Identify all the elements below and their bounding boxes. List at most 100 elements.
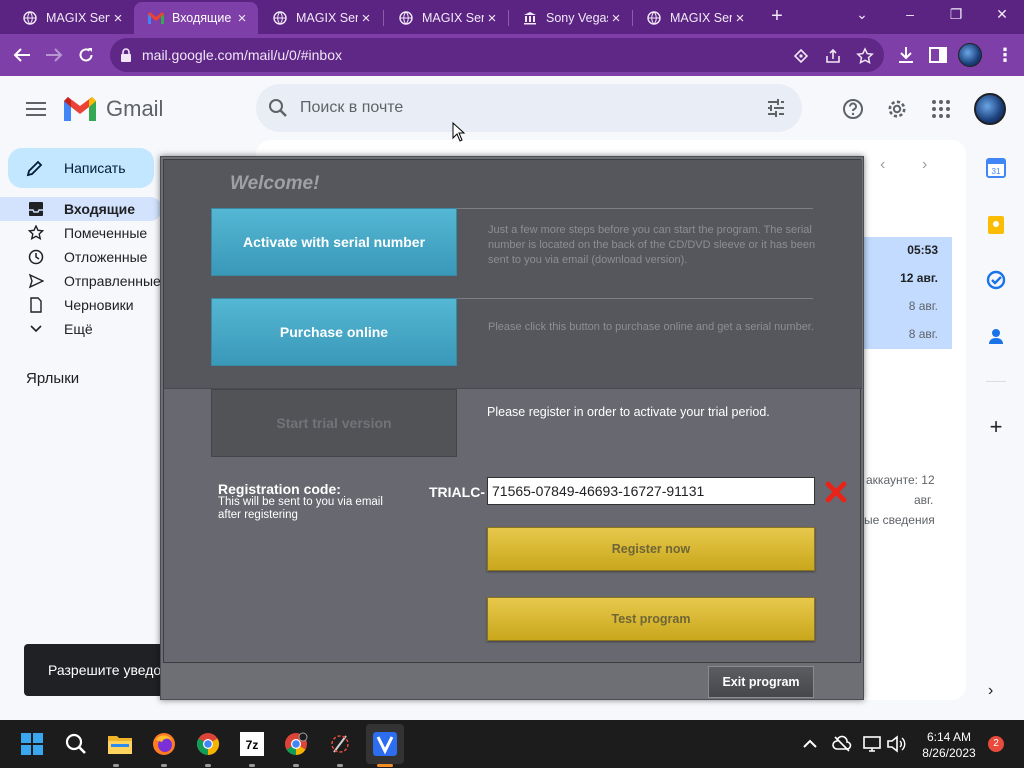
sidebar-item-label: Отправленные <box>64 273 161 289</box>
exit-program-button[interactable]: Exit program <box>708 666 814 698</box>
reload-button[interactable] <box>74 43 98 67</box>
lock-icon[interactable] <box>120 48 132 62</box>
purchase-online-button[interactable]: Purchase online <box>211 298 457 366</box>
cast-icon[interactable] <box>792 47 810 65</box>
clock-icon <box>28 249 44 265</box>
side-panel-icon[interactable] <box>928 45 948 65</box>
minimize-button[interactable]: – <box>900 6 920 22</box>
globe-icon <box>272 10 288 26</box>
gmail-logo-icon[interactable] <box>64 97 96 121</box>
windows-start-icon[interactable] <box>20 732 44 756</box>
tab-title: MAGIX Serv <box>46 11 110 25</box>
restore-button[interactable]: ❐ <box>946 6 966 23</box>
tab-inbox[interactable]: Входящие × <box>134 2 258 34</box>
storage-note[interactable]: ые сведения <box>864 513 935 527</box>
mail-row-time[interactable]: 12 авг. <box>860 265 952 293</box>
sidebar-item-inbox[interactable]: Входящие <box>0 197 162 221</box>
hamburger-menu-icon[interactable] <box>26 101 46 117</box>
url-text[interactable]: mail.google.com/mail/u/0/#inbox <box>142 47 342 63</box>
mail-row-time[interactable]: 05:53 <box>860 237 952 265</box>
activate-serial-button[interactable]: Activate with serial number <box>211 208 457 276</box>
mail-row-time[interactable]: 8 авг. <box>860 321 952 349</box>
gear-icon[interactable] <box>886 98 908 120</box>
network-icon[interactable] <box>862 734 882 754</box>
forward-button[interactable] <box>42 43 66 67</box>
close-window-button[interactable]: ✕ <box>992 6 1012 23</box>
close-tab-icon[interactable]: × <box>732 10 748 27</box>
cloud-offline-icon[interactable] <box>832 734 852 754</box>
chevron-up-icon[interactable] <box>800 734 820 754</box>
tab-title: MAGIX Serv <box>422 11 484 25</box>
mail-row-time[interactable]: 8 авг. <box>860 293 952 321</box>
mail-search-bar[interactable]: Поиск в почте <box>256 84 802 132</box>
tab-magix-2[interactable]: MAGIX Serv × <box>258 2 382 34</box>
close-tab-icon[interactable]: × <box>484 10 500 27</box>
account-avatar[interactable] <box>974 93 1006 125</box>
app-icon[interactable] <box>328 732 352 756</box>
registration-code-field[interactable]: 71565-07849-46693-16727-91131 <box>487 477 815 505</box>
sidebar-item-snoozed[interactable]: Отложенные <box>0 245 162 269</box>
tab-magix-1[interactable]: MAGIX Serv × <box>8 2 134 34</box>
start-trial-button[interactable]: Start trial version <box>211 389 457 457</box>
sidebar-item-more[interactable]: Ещё <box>0 317 162 341</box>
register-now-button[interactable]: Register now <box>487 527 815 571</box>
sidebar-item-label: Входящие <box>64 201 135 217</box>
pencil-icon <box>26 160 43 177</box>
close-tab-icon[interactable]: × <box>110 10 126 27</box>
contacts-icon[interactable] <box>986 326 1006 346</box>
tasks-icon[interactable] <box>986 270 1006 290</box>
download-icon[interactable] <box>896 45 916 65</box>
notification-badge[interactable]: 2 <box>988 736 1004 752</box>
tab-magix-4[interactable]: MAGIX Serv × <box>632 2 756 34</box>
running-indicator <box>205 764 211 767</box>
chrome-icon[interactable] <box>196 732 220 756</box>
search-placeholder[interactable]: Поиск в почте <box>300 99 403 117</box>
tab-sony-vegas[interactable]: Sony Vegas × <box>508 2 632 34</box>
close-tab-icon[interactable]: × <box>234 10 250 27</box>
menu-kebab-icon[interactable]: ⋮ <box>996 43 1014 67</box>
test-program-button[interactable]: Test program <box>487 597 815 641</box>
search-options-icon[interactable] <box>766 98 786 118</box>
7zip-icon[interactable]: 7z <box>240 732 264 756</box>
sidebar-item-starred[interactable]: Помеченные <box>0 221 162 245</box>
share-icon[interactable] <box>824 47 842 65</box>
volume-icon[interactable] <box>886 734 906 754</box>
svg-text:31: 31 <box>992 167 1001 176</box>
compose-label: Написать <box>64 160 126 176</box>
tab-search-icon[interactable]: ⌄ <box>852 6 872 23</box>
close-tab-icon[interactable]: × <box>608 10 624 27</box>
sidebar-item-sent[interactable]: Отправленные <box>0 269 162 293</box>
apps-grid-icon[interactable] <box>930 98 952 120</box>
system-clock[interactable]: 6:14 AM 8/26/2023 <box>918 729 980 761</box>
clear-code-icon[interactable] <box>825 481 847 503</box>
add-addon-icon[interactable]: + <box>986 414 1006 440</box>
file-explorer-icon[interactable] <box>108 732 132 756</box>
back-button[interactable] <box>10 43 34 67</box>
chevron-right-icon[interactable]: › <box>922 156 927 174</box>
register-message: Please register in order to activate you… <box>487 405 770 419</box>
star-bookmark-icon[interactable] <box>856 47 874 65</box>
search-icon[interactable] <box>64 732 88 756</box>
close-tab-icon[interactable]: × <box>358 10 374 27</box>
labels-heading: Ярлыки <box>26 370 80 387</box>
chevron-down-icon <box>30 325 42 333</box>
firefox-icon[interactable] <box>152 732 176 756</box>
dialog-upper-section: Welcome! Activate with serial number Jus… <box>164 160 862 388</box>
search-icon[interactable] <box>268 98 288 118</box>
compose-button[interactable]: Написать <box>8 148 154 188</box>
chrome-icon[interactable] <box>284 732 308 756</box>
address-bar[interactable]: mail.google.com/mail/u/0/#inbox <box>110 38 884 72</box>
globe-icon <box>22 10 38 26</box>
tab-magix-3[interactable]: MAGIX Serv × <box>384 2 508 34</box>
help-icon[interactable] <box>842 98 864 120</box>
new-tab-button[interactable]: + <box>766 6 788 28</box>
running-indicator <box>249 764 255 767</box>
chevron-left-icon[interactable]: ‹ <box>880 156 885 174</box>
keep-icon[interactable] <box>986 215 1006 235</box>
sidebar-item-drafts[interactable]: Черновики <box>0 293 162 317</box>
profile-avatar[interactable] <box>958 43 982 67</box>
tab-title: MAGIX Serv <box>670 11 732 25</box>
chevron-right-icon[interactable]: › <box>988 682 993 700</box>
vegas-icon[interactable] <box>373 732 397 756</box>
calendar-icon[interactable]: 31 <box>986 158 1006 178</box>
